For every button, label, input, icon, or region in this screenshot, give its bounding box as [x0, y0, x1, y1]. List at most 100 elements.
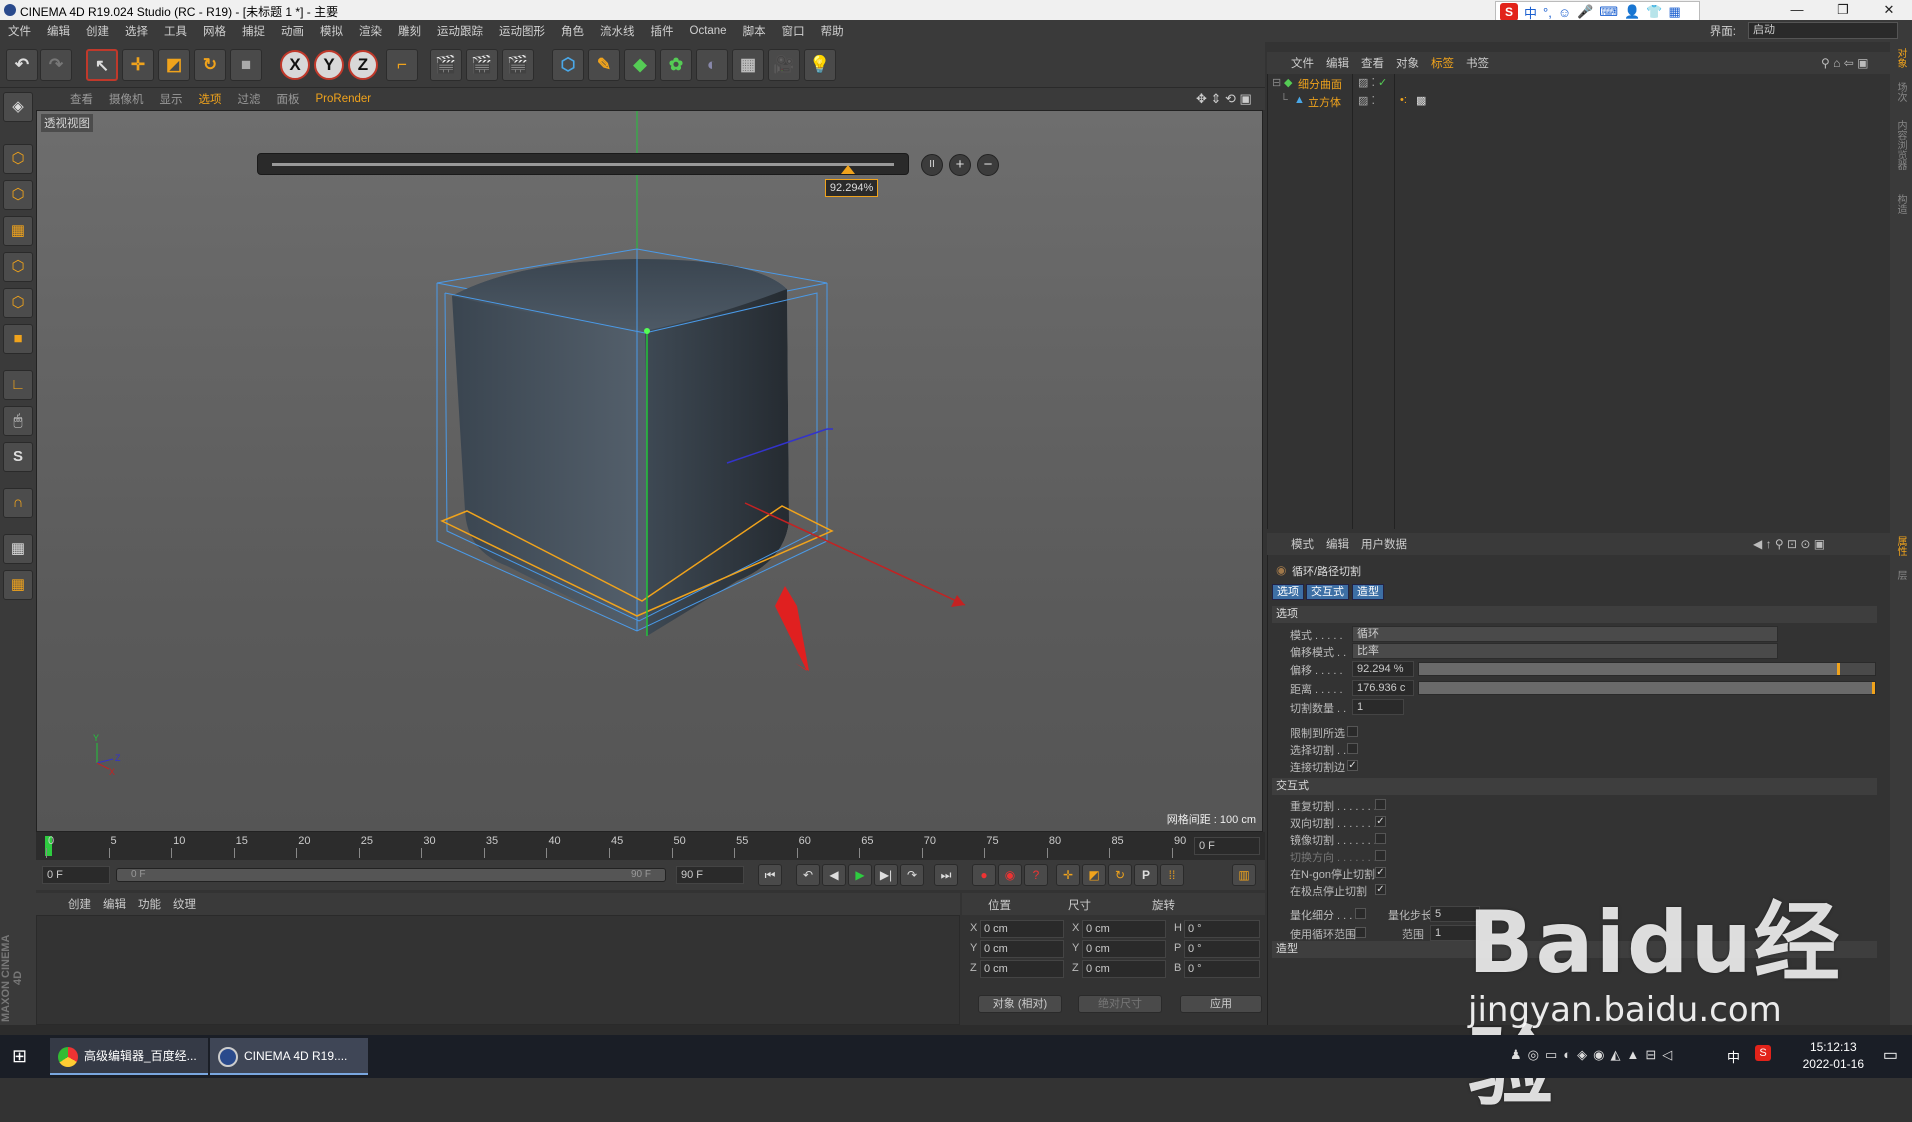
menu-select[interactable]: 选择 — [117, 23, 156, 39]
uv-polygons-icon[interactable]: ⬡ — [3, 288, 33, 318]
menu-snap[interactable]: 捕捉 — [234, 23, 273, 39]
coord-mode-dropdown[interactable]: 对象 (相对) — [978, 995, 1062, 1013]
menu-script[interactable]: 脚本 — [735, 23, 774, 39]
ime-user-icon[interactable]: 👤 — [1624, 4, 1640, 20]
apply-button[interactable]: 应用 — [1180, 995, 1262, 1013]
perspective-viewport[interactable]: 透视视图 Y Z X 92.294% II + − 网格间距: 100 cm — [36, 110, 1263, 832]
tray-icons[interactable]: ♟◎▭◐◈◉◭▲⊟◁ — [1510, 1047, 1678, 1063]
record-key-icon[interactable]: ● — [972, 864, 996, 886]
frame-range-bar[interactable]: 0 F 90 F — [116, 868, 666, 882]
slider-minus-button[interactable]: − — [977, 154, 999, 176]
cuts-field[interactable]: 1 — [1352, 699, 1404, 715]
object-row[interactable]: └ ▲ 立方体 ▨ ⁚ •: ▩ — [1268, 94, 1891, 112]
snap-magnet-icon[interactable]: ∩ — [3, 488, 33, 518]
current-frame-field[interactable]: 0 F — [1194, 837, 1260, 855]
menu-pipeline[interactable]: 流水线 — [592, 23, 643, 39]
play-icon[interactable]: ▶ — [848, 864, 872, 886]
render-settings-icon[interactable]: 🎬 — [502, 49, 534, 81]
mode-dropdown[interactable]: 循环 — [1352, 626, 1778, 642]
menu-plugins[interactable]: 插件 — [643, 23, 682, 39]
key-scale-icon[interactable]: ◩ — [1082, 864, 1106, 886]
close-button[interactable]: ✕ — [1866, 0, 1912, 20]
tab-options[interactable]: 选项 — [1272, 584, 1304, 600]
tweak-mode-icon[interactable]: 🖱 — [3, 406, 33, 436]
rotation-p-field[interactable]: 0 ° — [1184, 940, 1260, 958]
ngon-stop-checkbox[interactable]: ✓ — [1375, 867, 1386, 878]
key-rotation-icon[interactable]: ↻ — [1108, 864, 1132, 886]
edges-mode-icon[interactable]: ⬡ — [3, 180, 33, 210]
render-to-picture-viewer-icon[interactable]: 🎬 — [466, 49, 498, 81]
live-selection-icon[interactable]: ↖ — [86, 49, 118, 81]
subdivision-surface-icon[interactable]: ◆ — [624, 49, 656, 81]
taskbar-clock[interactable]: 15:12:13 2022-01-16 — [1803, 1039, 1864, 1073]
menu-simulate[interactable]: 模拟 — [312, 23, 351, 39]
go-to-end-icon[interactable]: ⏭ — [934, 864, 958, 886]
distance-field[interactable]: 176.936 c — [1352, 680, 1414, 696]
render-view-icon[interactable]: 🎬 — [430, 49, 462, 81]
tab-interactive[interactable]: 交互式 — [1306, 584, 1349, 600]
sogou-logo-icon[interactable]: S — [1500, 3, 1518, 21]
vp-menu-view[interactable]: 查看 — [62, 91, 101, 107]
viewport-nav-icons[interactable]: ✥ ⇕ ⟲ ▣ — [1188, 91, 1260, 107]
model-mode-icon[interactable]: ■ — [3, 324, 33, 354]
position-y-field[interactable]: 0 cm — [980, 940, 1064, 958]
previous-key-icon[interactable]: ↶ — [796, 864, 820, 886]
offset-field[interactable]: 92.294 % — [1352, 661, 1414, 677]
deformer-icon[interactable]: ◐ — [696, 49, 728, 81]
rotation-b-field[interactable]: 0 ° — [1184, 960, 1260, 978]
vp-menu-cameras[interactable]: 摄像机 — [101, 91, 152, 107]
key-position-icon[interactable]: ✛ — [1056, 864, 1080, 886]
lock-workplane-icon[interactable]: ▦ — [3, 534, 33, 564]
maximize-button[interactable]: ❐ — [1820, 0, 1866, 20]
undo-icon[interactable]: ↶ — [6, 49, 38, 81]
vp-menu-display[interactable]: 显示 — [152, 91, 191, 107]
strip-tab-takes[interactable]: 场次 — [1893, 82, 1908, 102]
visibility-icon[interactable]: ▨ ⁚ ✓ — [1358, 76, 1387, 89]
workplane-icon[interactable]: ∟ — [3, 370, 33, 400]
solo-icon[interactable]: S — [3, 442, 33, 472]
size-x-field[interactable]: 0 cm — [1082, 920, 1166, 938]
y-axis-lock-icon[interactable]: Y — [314, 50, 344, 80]
keyframe-selection-icon[interactable]: ? — [1024, 864, 1048, 886]
restrict-checkbox[interactable] — [1347, 726, 1358, 737]
menu-animate[interactable]: 动画 — [273, 23, 312, 39]
quantize-checkbox[interactable] — [1355, 908, 1366, 919]
camera-icon[interactable]: 🎥 — [768, 49, 800, 81]
ime-voice-icon[interactable]: 🎤 — [1577, 4, 1593, 20]
taskbar-cinema4d[interactable]: CINEMA 4D R19.... — [210, 1038, 368, 1075]
ime-lang[interactable]: 中 — [1524, 3, 1537, 22]
menu-render[interactable]: 渲染 — [351, 23, 390, 39]
mat-menu-function[interactable]: 功能 — [132, 896, 167, 912]
section-interactive[interactable]: 交互式 — [1272, 778, 1877, 795]
cloner-icon[interactable]: ✿ — [660, 49, 692, 81]
object-name[interactable]: 细分曲面 — [1298, 76, 1342, 92]
object-manager[interactable]: ⊟ ◆ 细分曲面 ▨ ⁚ ✓ └ ▲ 立方体 ▨ ⁚ •: ▩ — [1267, 74, 1890, 529]
strip-tab-structure[interactable]: 构造 — [1893, 194, 1908, 214]
uv-points-icon[interactable]: ⬡ — [3, 252, 33, 282]
position-x-field[interactable]: 0 cm — [980, 920, 1064, 938]
key-param-icon[interactable]: P — [1134, 864, 1158, 886]
mat-menu-create[interactable]: 创建 — [62, 896, 97, 912]
object-row[interactable]: ⊟ ◆ 细分曲面 ▨ ⁚ ✓ — [1268, 76, 1891, 94]
obj-menu-bookmarks[interactable]: 书签 — [1460, 55, 1495, 71]
menu-edit[interactable]: 编辑 — [39, 23, 78, 39]
texture-tag-icon[interactable]: ▩ — [1416, 94, 1426, 107]
obj-menu-objects[interactable]: 对象 — [1390, 55, 1425, 71]
loop-range-checkbox[interactable] — [1355, 927, 1366, 938]
timeline-window-icon[interactable]: ▥ — [1232, 864, 1256, 886]
menu-create[interactable]: 创建 — [78, 23, 117, 39]
slider-pause-button[interactable]: II — [921, 154, 943, 176]
vp-menu-panel[interactable]: 面板 — [269, 91, 308, 107]
phong-tag-icon[interactable]: •: — [1400, 94, 1407, 106]
polygons-mode-icon[interactable]: ▦ — [3, 216, 33, 246]
menu-file[interactable]: 文件 — [0, 23, 39, 39]
loop-cut-slider[interactable] — [257, 153, 909, 175]
move-icon[interactable]: ✛ — [122, 49, 154, 81]
search-icon[interactable]: ⚲ ⌂ ⇦ ▣ — [1815, 56, 1874, 70]
recent-tool-icon[interactable]: ■ — [230, 49, 262, 81]
mat-menu-texture[interactable]: 纹理 — [167, 896, 202, 912]
x-axis-lock-icon[interactable]: X — [280, 50, 310, 80]
expand-icon[interactable]: ⊟ — [1272, 76, 1281, 89]
vp-menu-options[interactable]: 选项 — [191, 91, 230, 107]
object-name[interactable]: 立方体 — [1308, 94, 1341, 110]
